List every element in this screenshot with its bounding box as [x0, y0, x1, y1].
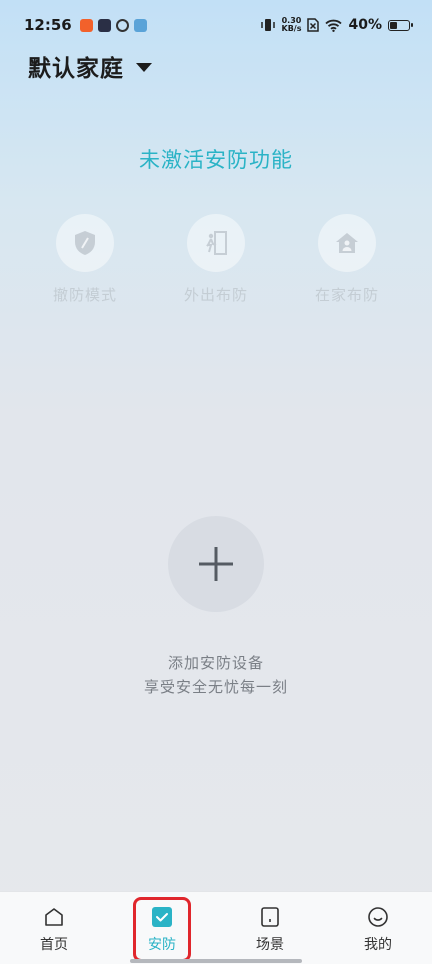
status-time: 12:56: [24, 16, 72, 34]
tab-home-label: 首页: [40, 937, 68, 953]
home-indicator[interactable]: [130, 959, 302, 963]
add-device-button[interactable]: [168, 516, 264, 612]
family-selector[interactable]: 默认家庭: [28, 48, 152, 84]
status-bar: 12:56 0.30 KB/s 40%: [0, 0, 432, 50]
tab-profile-label: 我的: [364, 937, 392, 953]
tab-profile[interactable]: 我的: [324, 892, 432, 964]
app-notification-icon: [79, 18, 93, 32]
shield-icon: [75, 231, 95, 255]
battery-icon: [388, 19, 413, 31]
family-name: 默认家庭: [28, 56, 124, 82]
mode-away-circle: [187, 214, 245, 272]
mode-home-arm[interactable]: 在家布防: [287, 214, 407, 305]
profile-icon: [368, 907, 388, 927]
leave-home-icon: [206, 231, 227, 255]
link-app-notification-icon: [115, 18, 129, 32]
selected-tab-highlight: [133, 897, 191, 962]
picture-app-notification-icon: [133, 18, 147, 32]
mode-home-label: 在家布防: [314, 286, 379, 304]
add-device-hint: 添加安防设备: [167, 654, 264, 672]
mode-home-circle: [318, 214, 376, 272]
caret-down-icon: [136, 62, 152, 72]
tab-scene[interactable]: 场景: [216, 892, 324, 964]
house-icon: [336, 233, 358, 253]
net-speed-unit: KB/s: [281, 24, 302, 33]
mode-disarm-label: 撤防模式: [52, 286, 117, 304]
bottom-navigation: 首页 安防 场景 我的: [0, 891, 432, 964]
video-app-notification-icon: [97, 18, 111, 32]
add-device-subhint: 享受安全无忧每一刻: [143, 678, 288, 696]
home-icon: [45, 908, 63, 926]
scene-icon: [261, 907, 279, 927]
battery-percent: 40%: [348, 17, 382, 33]
battery-fill: [390, 21, 397, 29]
no-sim-icon: [307, 18, 320, 32]
mode-disarm[interactable]: 撤防模式: [25, 214, 145, 305]
mode-away-arm[interactable]: 外出布防: [156, 214, 276, 305]
tab-scene-label: 场景: [256, 937, 284, 953]
security-status-text: 未激活安防功能: [139, 148, 293, 172]
mode-disarm-circle: [56, 214, 114, 272]
wifi-icon: [325, 19, 343, 32]
tab-home[interactable]: 首页: [0, 892, 108, 964]
plus-icon: [199, 547, 233, 581]
vibrate-icon: [260, 19, 275, 31]
status-right: 0.30 KB/s 40%: [260, 17, 413, 33]
mode-away-label: 外出布防: [183, 286, 248, 304]
security-modes: 撤防模式 外出布防 在家布防: [0, 214, 432, 314]
network-speed: 0.30 KB/s: [282, 17, 302, 33]
